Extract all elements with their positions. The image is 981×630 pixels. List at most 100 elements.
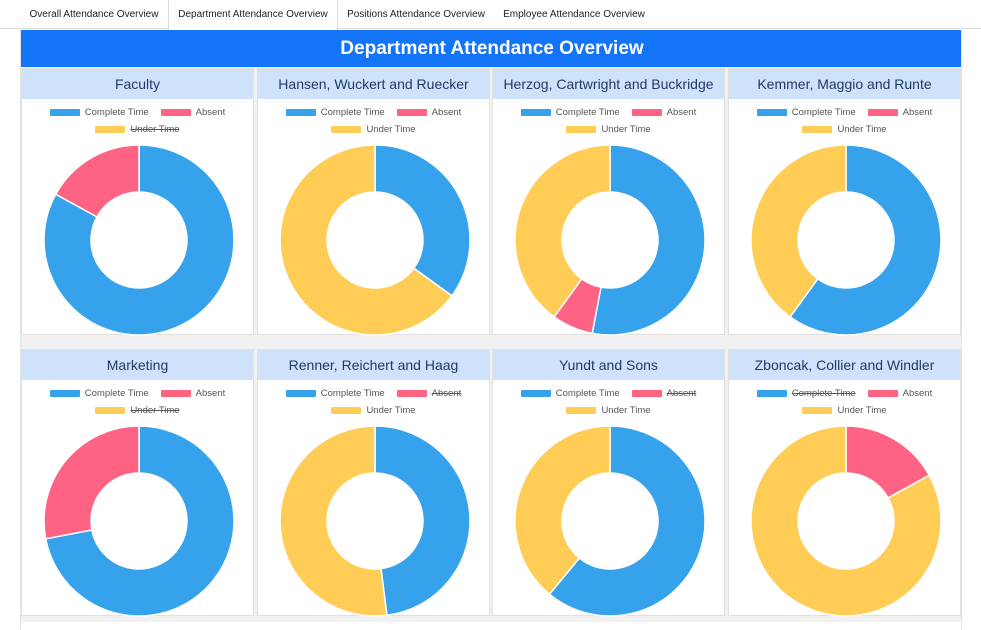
legend-item-absent[interactable]: Absent — [631, 388, 696, 399]
legend-row: Under Time — [729, 124, 960, 141]
department-chart-card: Kemmer, Maggio and Runte Complete Time Abs… — [728, 68, 961, 336]
donut-chart — [750, 144, 942, 336]
legend-row: Complete Time Absent — [729, 107, 960, 124]
chart-title: Kemmer, Maggio and Runte — [729, 69, 960, 99]
legend-item-under-time[interactable]: Under Time — [566, 405, 651, 416]
chart-legend: Complete Time Absent Under Time — [22, 388, 253, 422]
legend-label: Under Time — [130, 405, 180, 416]
legend-item-absent[interactable]: Absent — [631, 107, 697, 118]
legend-label: Absent — [902, 107, 933, 118]
legend-swatch — [396, 390, 427, 397]
department-chart-card: Hansen, Wuckert and Ruecker Complete Time… — [257, 68, 490, 336]
legend-swatch — [802, 407, 833, 414]
legend-swatch — [49, 390, 80, 397]
legend-row: Complete Time Absent — [729, 388, 960, 405]
tab-positions-attendance[interactable]: Positions Attendance Overview — [338, 0, 494, 29]
legend-item-absent[interactable]: Absent — [867, 107, 933, 118]
legend-item-under-time[interactable]: Under Time — [802, 124, 887, 135]
legend-label: Complete Time — [791, 107, 856, 118]
chart-legend: Complete Time Absent Under Time — [22, 107, 253, 141]
legend-swatch — [160, 109, 191, 116]
legend-swatch — [631, 109, 662, 116]
legend-item-absent[interactable]: Absent — [396, 107, 461, 118]
legend-item-under-time[interactable]: Under Time — [802, 405, 887, 416]
department-chart-card: Faculty Complete Time Absent Under Time — [21, 68, 254, 336]
legend-label: Under Time — [601, 124, 651, 135]
legend-row: Complete Time Absent — [258, 388, 489, 405]
legend-item-complete-time[interactable]: Complete Time — [285, 107, 385, 118]
legend-swatch — [331, 407, 362, 414]
donut-chart — [43, 425, 235, 617]
page-title: Department Attendance Overview — [21, 30, 961, 67]
donut-slice-complete-time[interactable] — [374, 144, 471, 297]
legend-row: Under Time — [493, 124, 724, 141]
legend-label: Complete Time — [555, 388, 620, 399]
legend-swatch — [867, 390, 898, 397]
legend-swatch — [631, 390, 662, 397]
legend-swatch — [285, 390, 316, 397]
legend-item-absent[interactable]: Absent — [396, 388, 461, 399]
legend-row: Complete Time Absent — [22, 107, 253, 124]
legend-swatch — [566, 126, 597, 133]
legend-item-under-time[interactable]: Under Time — [95, 124, 180, 135]
legend-label: Complete Time — [555, 107, 620, 118]
chart-title: Marketing — [22, 350, 253, 380]
legend-item-absent[interactable]: Absent — [160, 107, 226, 118]
next-row-strip — [21, 622, 961, 630]
donut-chart — [279, 144, 471, 336]
tab-employee-attendance[interactable]: Employee Attendance Overview — [494, 0, 654, 29]
legend-label: Under Time — [837, 124, 887, 135]
legend-label: Under Time — [130, 124, 180, 135]
legend-row: Under Time — [22, 124, 253, 141]
legend-item-complete-time[interactable]: Complete Time — [49, 107, 149, 118]
legend-row: Complete Time Absent — [258, 107, 489, 124]
chart-legend: Complete Time Absent Under Time — [729, 388, 960, 422]
legend-item-absent[interactable]: Absent — [867, 388, 932, 399]
donut-chart — [514, 144, 706, 336]
donut-slice-absent[interactable] — [43, 425, 140, 540]
legend-item-complete-time[interactable]: Complete Time — [756, 388, 856, 399]
legend-swatch — [331, 126, 362, 133]
legend-item-under-time[interactable]: Under Time — [95, 405, 180, 416]
legend-row: Under Time — [258, 124, 489, 141]
donut-slice-complete-time[interactable] — [374, 425, 471, 617]
legend-row: Complete Time Absent — [493, 107, 724, 124]
department-chart-card: Renner, Reichert and Haag Complete Time Ab… — [257, 349, 490, 617]
legend-item-complete-time[interactable]: Complete Time — [520, 107, 620, 118]
legend-item-absent[interactable]: Absent — [160, 388, 225, 399]
department-chart-card: Yundt and Sons Complete Time Absent Under T… — [492, 349, 725, 617]
chart-legend: Complete Time Absent Under Time — [729, 107, 960, 141]
chart-title: Herzog, Cartwright and Buckridge — [493, 69, 724, 99]
legend-item-complete-time[interactable]: Complete Time — [285, 388, 385, 399]
legend-item-complete-time[interactable]: Complete Time — [49, 388, 149, 399]
donut-chart — [279, 425, 471, 617]
legend-item-complete-time[interactable]: Complete Time — [756, 107, 856, 118]
legend-swatch — [566, 407, 597, 414]
legend-label: Absent — [666, 107, 697, 118]
donut-slice-under-time[interactable] — [279, 425, 388, 617]
legend-swatch — [520, 390, 551, 397]
department-chart-card: Herzog, Cartwright and Buckridge Complete… — [492, 68, 725, 336]
tab-overall-attendance[interactable]: Overall Attendance Overview — [20, 0, 168, 29]
legend-item-under-time[interactable]: Under Time — [331, 405, 416, 416]
legend-swatch — [160, 390, 191, 397]
legend-swatch — [285, 109, 316, 116]
legend-item-under-time[interactable]: Under Time — [331, 124, 416, 135]
tab-bar: Overall Attendance Overview Department A… — [0, 0, 981, 30]
legend-row: Under Time — [729, 405, 960, 422]
legend-label: Complete Time — [84, 107, 149, 118]
chart-title: Renner, Reichert and Haag — [258, 350, 489, 380]
legend-swatch — [520, 109, 551, 116]
legend-item-complete-time[interactable]: Complete Time — [520, 388, 620, 399]
department-chart-card: Zboncak, Collier and Windler Complete Tim… — [728, 349, 961, 617]
legend-label: Absent — [195, 107, 226, 118]
donut-chart — [514, 425, 706, 617]
legend-swatch — [49, 109, 80, 116]
legend-row: Complete Time Absent — [493, 388, 724, 405]
legend-item-under-time[interactable]: Under Time — [566, 124, 651, 135]
chart-title: Faculty — [22, 69, 253, 99]
chart-title: Hansen, Wuckert and Ruecker — [258, 69, 489, 99]
legend-label: Under Time — [837, 405, 887, 416]
legend-label: Under Time — [366, 124, 416, 135]
tab-department-attendance[interactable]: Department Attendance Overview — [168, 0, 338, 30]
